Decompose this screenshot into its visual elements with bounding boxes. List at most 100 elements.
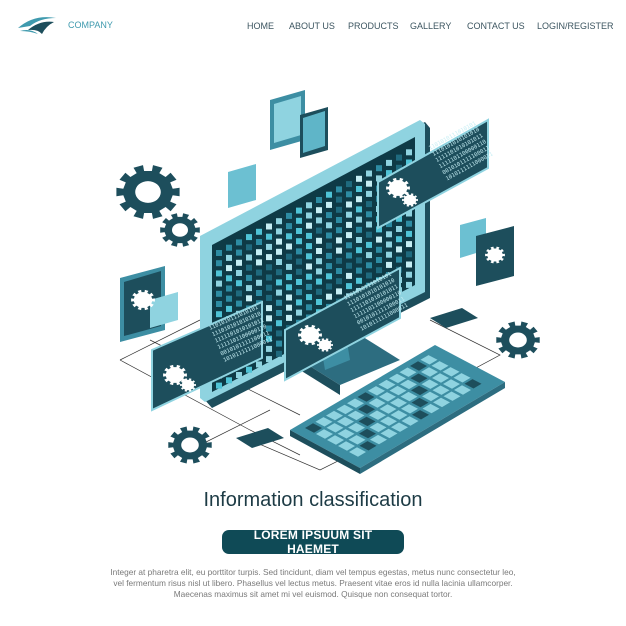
screen-pixel (376, 257, 382, 263)
description-line: Integer at pharetra elit, eu porttitor t… (110, 567, 516, 577)
screen-pixel (296, 207, 302, 214)
screen-pixel (246, 234, 252, 241)
screen-pixel (406, 149, 412, 156)
screen-pixel (296, 289, 302, 296)
screen-pixel (286, 294, 292, 301)
cta-button[interactable]: LOREM IPSUUM SIT HAEMET (222, 528, 404, 556)
screen-pixel (386, 251, 392, 258)
gear-icon-hole (406, 197, 414, 203)
screen-pixel (226, 275, 232, 282)
screen-pixel (336, 247, 342, 254)
screen-pixel (316, 258, 322, 265)
screen-pixel (216, 382, 222, 389)
screen-pixel (396, 256, 402, 263)
screen-pixel (376, 246, 382, 253)
screen-pixel (236, 372, 242, 378)
gear-icon-hole (181, 437, 199, 453)
screen-pixel (346, 191, 352, 198)
page-title: Information classification (203, 489, 423, 511)
screen-pixel (326, 273, 332, 280)
screen-pixel (366, 221, 372, 228)
screen-pixel (216, 270, 222, 277)
screen-pixel (396, 236, 402, 243)
description-line: vel fermentum risus nisl ut libero. Phas… (113, 578, 513, 588)
screen-pixel (326, 242, 332, 249)
gear-icon-hole (170, 370, 180, 380)
screen-pixel (396, 226, 402, 232)
screen-pixel (306, 273, 312, 280)
screen-pixel (406, 251, 412, 258)
screen-pixel (246, 244, 252, 251)
screen-pixel (346, 283, 352, 290)
screen-pixel (266, 254, 272, 261)
screen-pixel (396, 246, 402, 253)
screen-pixel (316, 299, 322, 305)
screen-pixel (306, 232, 312, 239)
description-line: Maecenas maximus sit amet mi vel euismod… (173, 589, 453, 599)
screen-pixel (246, 274, 252, 281)
screen-pixel (326, 263, 332, 270)
screen-pixel (286, 263, 292, 270)
screen-pixel (356, 237, 362, 243)
screen-pixel (386, 231, 392, 238)
screen-pixel (286, 223, 292, 230)
screen-pixel (296, 279, 302, 285)
screen-pixel (276, 299, 282, 306)
screen-pixel (276, 289, 282, 296)
screen-pixel (296, 228, 302, 234)
screen-pixel (356, 186, 362, 192)
screen-pixel (386, 241, 392, 248)
screen-pixel (236, 259, 242, 266)
screen-pixel (226, 305, 232, 312)
screen-pixel (266, 315, 272, 322)
screen-pixel (326, 222, 332, 229)
screen-pixel (286, 274, 292, 281)
screen-pixel (316, 207, 322, 214)
screen-pixel (286, 284, 292, 291)
screen-pixel (246, 285, 252, 292)
screen-pixel (266, 294, 272, 301)
screen-pixel (226, 254, 232, 261)
screen-pixel (216, 301, 222, 307)
screen-pixel (246, 366, 252, 373)
screen-pixel (296, 248, 302, 255)
screen-pixel (266, 223, 272, 230)
screen-pixel (276, 228, 282, 235)
screen-pixel (236, 290, 242, 297)
description-paragraph: Integer at pharetra elit, eu porttitor t… (90, 567, 536, 600)
screen-pixel (296, 258, 302, 265)
screen-pixel (286, 233, 292, 240)
screen-pixel (316, 217, 322, 224)
screen-pixel (386, 159, 392, 166)
screen-pixel (346, 201, 352, 208)
screen-pixel (236, 270, 242, 276)
screen-pixel (336, 196, 342, 203)
screen-pixel (326, 232, 332, 239)
screen-pixel (316, 248, 322, 254)
screen-pixel (266, 305, 272, 312)
screen-pixel (276, 330, 282, 337)
screen-pixel (256, 269, 262, 276)
screen-pixel (356, 206, 362, 213)
screen-pixel (226, 244, 232, 251)
screen-pixel (346, 272, 352, 279)
screen-pixel (366, 180, 372, 187)
gear-icon-hole (509, 332, 527, 348)
screen-pixel (306, 212, 312, 219)
screen-pixel (256, 239, 262, 245)
screen-pixel (366, 252, 372, 259)
screen-pixel (316, 237, 322, 244)
screen-pixel (336, 237, 342, 244)
screen-pixel (226, 295, 232, 302)
screen-pixel (356, 175, 362, 182)
screen-pixel (266, 356, 272, 363)
screen-pixel (216, 290, 222, 297)
screen-pixel (236, 280, 242, 287)
screen-pixel (346, 221, 352, 228)
screen-pixel (306, 222, 312, 229)
screen-pixel (286, 243, 292, 250)
screen-pixel (366, 262, 372, 269)
screen-pixel (256, 290, 262, 296)
screen-pixel (276, 269, 282, 276)
screen-pixel (326, 201, 332, 208)
